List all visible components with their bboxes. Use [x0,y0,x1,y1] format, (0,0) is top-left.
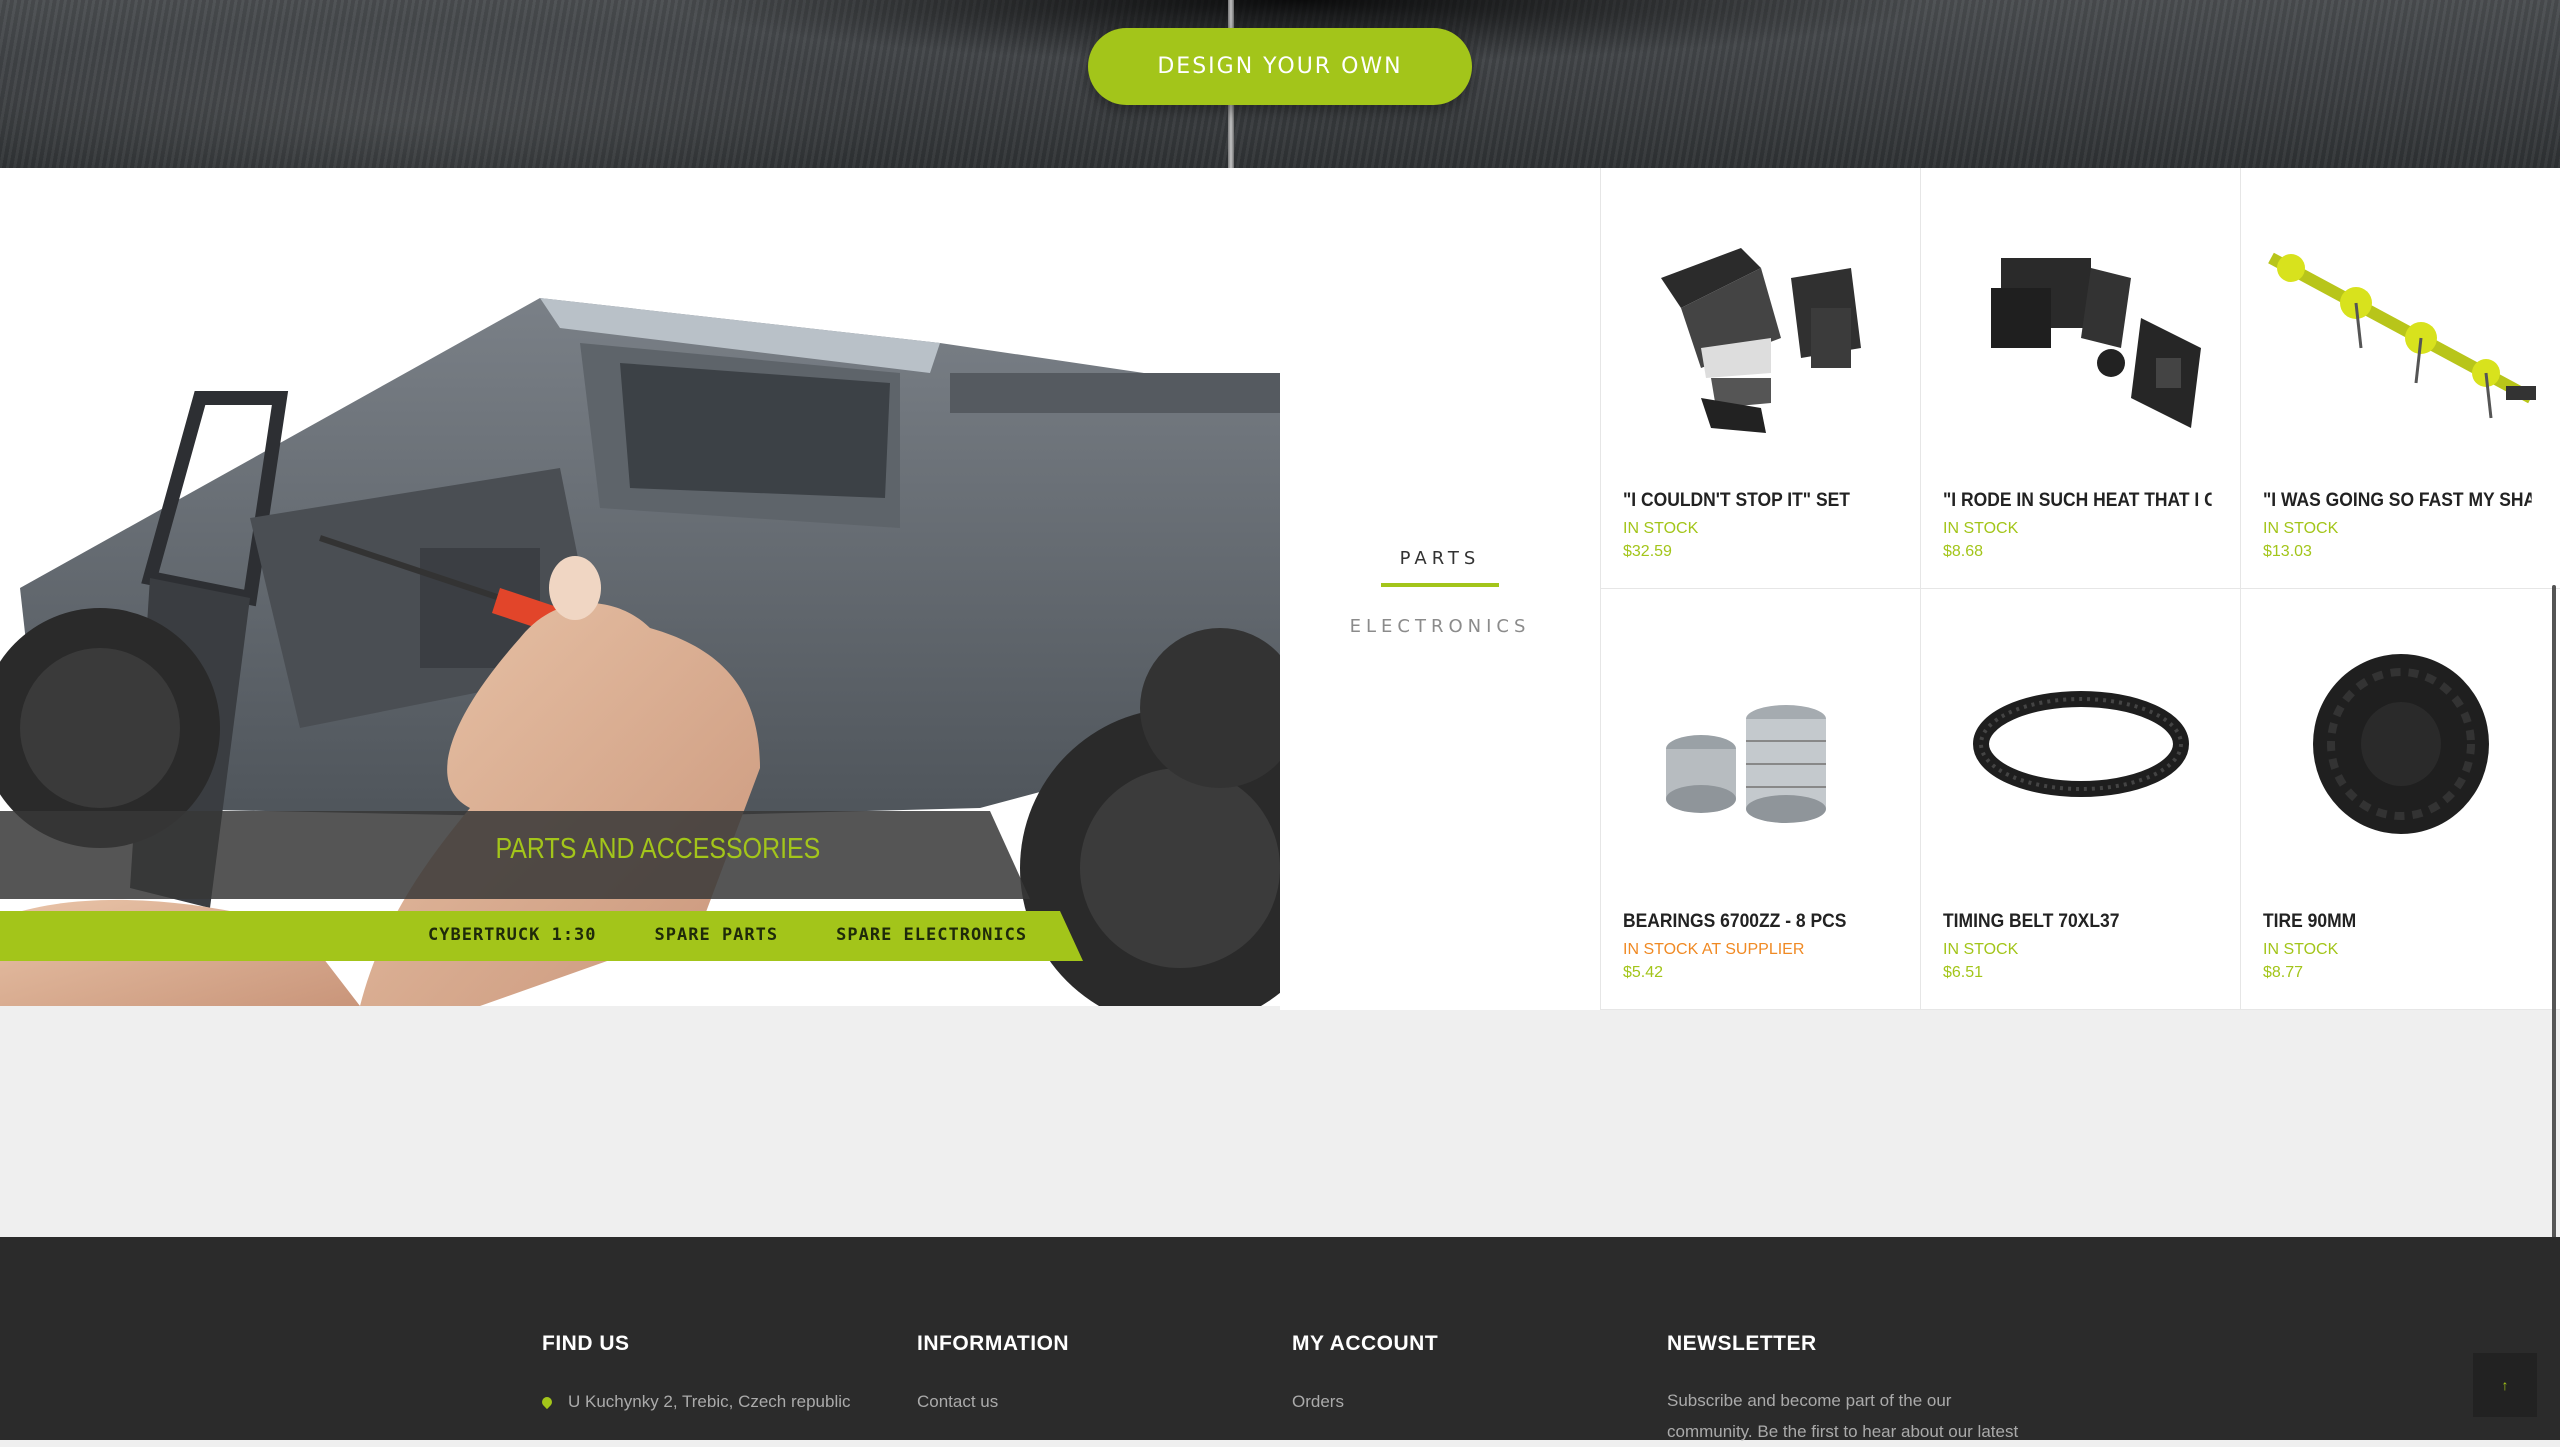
footer-information: INFORMATION Contact us [917,1332,1070,1411]
promo-link-spare-parts[interactable]: SPARE PARTS [655,925,779,945]
product-name[interactable]: TIRE 90MM [2263,911,2532,933]
footer-link-orders[interactable]: Orders [1292,1392,1344,1412]
footer-heading: NEWSLETTER [1667,1332,1817,1355]
bracket-set-image [1991,258,2201,428]
product-name[interactable]: "I WAS GOING SO FAST MY SHAF... [2263,490,2532,512]
scrollbar[interactable] [2552,585,2556,1257]
product-price: $8.77 [2263,964,2304,981]
promo-links: CYBERTRUCK 1:30 SPARE PARTS SPARE ELECTR… [428,925,1027,945]
stock-status: IN STOCK [1623,520,1699,537]
parts-promo-banner[interactable]: PARTS AND ACCESSORIES CYBERTRUCK 1:30 SP… [0,168,1280,1006]
stock-status: IN STOCK [2263,520,2339,537]
tab-parts[interactable]: PARTS [1280,548,1600,587]
footer-find-us: FIND US U Kuchynky 2, Trebic, Czech repu… [539,1332,851,1411]
timing-belt-image [1973,691,2189,797]
bearings-image [1666,705,1826,823]
tab-electronics[interactable]: ELECTRONICS [1280,616,1600,637]
product-name[interactable]: "I RODE IN SUCH HEAT THAT I C... [1943,490,2212,512]
footer-heading: INFORMATION [917,1332,1070,1355]
tire-image [2313,654,2489,834]
product-name[interactable]: BEARINGS 6700ZZ - 8 PCS [1623,911,1892,933]
promo-link-spare-electronics[interactable]: SPARE ELECTRONICS [836,925,1027,945]
newsletter-description: Subscribe and become part of the our com… [1667,1391,2019,1441]
bumper-set-image [1661,248,1861,433]
product-price: $6.51 [1943,964,1984,981]
promo-link-cybertruck[interactable]: CYBERTRUCK 1:30 [428,925,597,945]
footer-address: U Kuchynky 2, Trebic, Czech republic [539,1392,851,1412]
tab-active-underline [1381,583,1499,587]
tab-electronics-label: ELECTRONICS [1349,616,1531,637]
product-price: $5.42 [1623,964,1664,981]
product-card[interactable]: "I WAS GOING SO FAST MY SHAF... IN STOCK… [2240,168,2560,589]
product-name[interactable]: TIMING BELT 70XL37 [1943,911,2212,933]
stock-status: IN STOCK AT SUPPLIER [1623,941,1805,958]
site-footer: FIND US U Kuchynky 2, Trebic, Czech repu… [0,1237,2560,1441]
product-card[interactable]: "I RODE IN SUCH HEAT THAT I C... IN STOC… [1920,168,2240,589]
hero-banner: DESIGN YOUR OWN [0,0,2560,168]
product-card[interactable]: "I COULDN'T STOP IT" SET IN STOCK $32.59 [1600,168,1920,589]
stock-status: IN STOCK [2263,941,2339,958]
product-card[interactable]: TIRE 90MM IN STOCK $8.77 [2240,589,2560,1010]
footer-heading: MY ACCOUNT [1292,1332,1439,1355]
product-card[interactable]: TIMING BELT 70XL37 IN STOCK $6.51 [1920,589,2240,1010]
product-grid: "I COULDN'T STOP IT" SET IN STOCK $32.59… [1600,168,2560,1010]
tab-parts-label: PARTS [1399,548,1481,569]
footer-newsletter: NEWSLETTER Subscribe and become part of … [1667,1332,2018,1441]
product-price: $13.03 [2263,543,2312,560]
footer-heading: FIND US [542,1332,630,1355]
product-price: $8.68 [1943,543,1984,560]
footer-my-account: MY ACCOUNT Orders [1292,1332,1439,1411]
back-to-top-button[interactable]: ↑ [2473,1353,2537,1417]
map-pin-icon [539,1394,555,1410]
category-tabs: PARTS ELECTRONICS [1280,168,1600,1010]
address-text: U Kuchynky 2, Trebic, Czech republic [568,1392,851,1411]
product-price: $32.59 [1623,543,1672,560]
footer-link-contact[interactable]: Contact us [917,1392,998,1412]
stock-status: IN STOCK [1943,941,2019,958]
product-card[interactable]: BEARINGS 6700ZZ - 8 PCS IN STOCK AT SUPP… [1600,589,1920,1010]
yellow-shaft-image [2268,252,2536,419]
product-name[interactable]: "I COULDN'T STOP IT" SET [1623,490,1892,512]
design-your-own-button[interactable]: DESIGN YOUR OWN [1088,28,1472,105]
stock-status: IN STOCK [1943,520,2019,537]
promo-title: PARTS AND ACCESSORIES [495,833,821,865]
